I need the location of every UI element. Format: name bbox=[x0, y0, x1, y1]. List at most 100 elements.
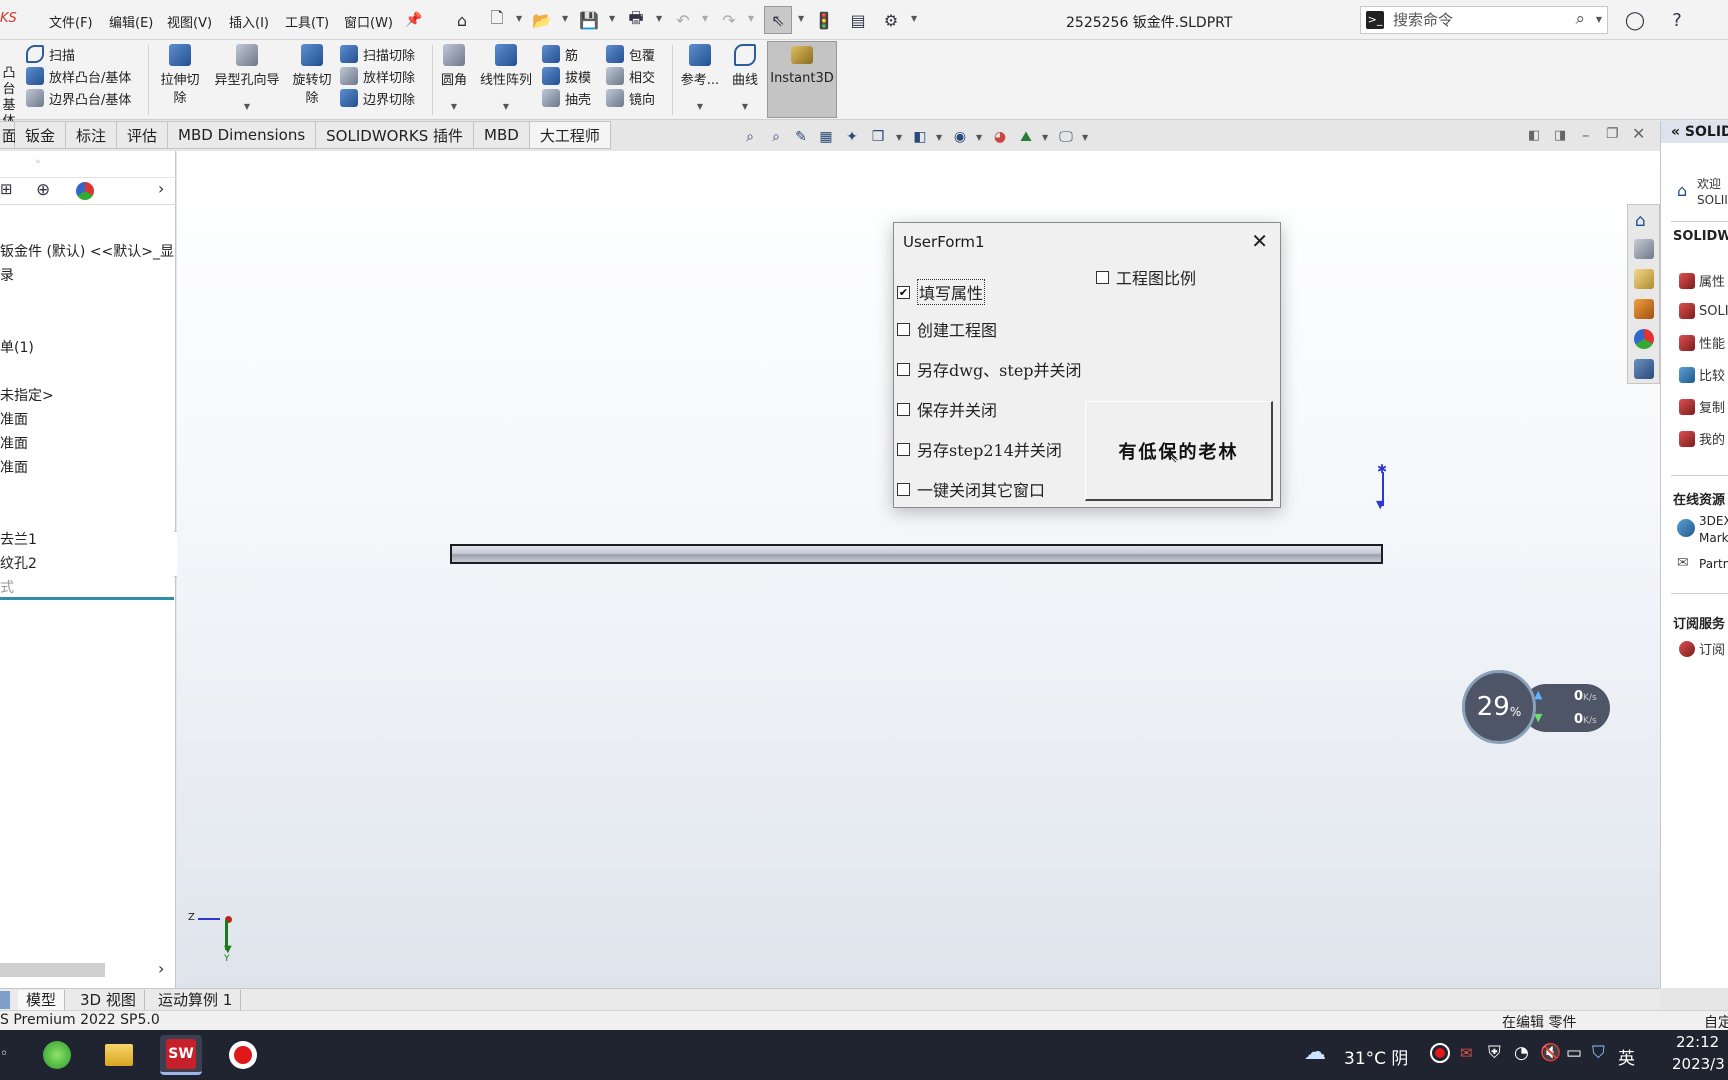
checkbox-save-dwg-step-close[interactable]: 另存dwg、step并关闭 bbox=[897, 357, 1082, 381]
tab-big-engineer[interactable]: 大工程师 bbox=[529, 121, 611, 149]
edit-appearance-icon[interactable]: ◕ bbox=[990, 127, 1010, 147]
pin-icon[interactable]: 📌 bbox=[403, 9, 425, 31]
search-icon[interactable]: ⌕ bbox=[1575, 9, 1585, 29]
hole-wizard-button[interactable]: 异型孔向导 ▼ bbox=[210, 44, 284, 116]
help-icon[interactable]: ? bbox=[1666, 9, 1688, 31]
start-button-icon[interactable]: ◦ bbox=[0, 1046, 8, 1062]
custom-properties-icon[interactable] bbox=[1634, 359, 1654, 379]
zoom-to-fit-icon[interactable]: ⌕ bbox=[740, 127, 760, 147]
tab-annotation[interactable]: 标注 bbox=[66, 121, 118, 149]
hole-wizard-dropdown-icon[interactable]: ▼ bbox=[210, 98, 284, 116]
rib-button[interactable]: 筋 bbox=[542, 43, 591, 65]
tab-solidworks-addins[interactable]: SOLIDWORKS 插件 bbox=[316, 121, 475, 149]
open-folder-icon[interactable]: 📂 bbox=[531, 9, 553, 31]
reference-geometry-button[interactable]: 参考... ▼ bbox=[678, 44, 722, 116]
undo-icon[interactable]: ↶ bbox=[672, 9, 694, 31]
new-dropdown-icon[interactable]: ▼ bbox=[516, 14, 522, 23]
network-speed-widget[interactable]: ▲ 0K/s ▼ 0K/s 29% bbox=[1462, 670, 1610, 744]
online-marketplace[interactable]: Mark bbox=[1699, 531, 1728, 545]
volume-muted-icon[interactable]: 🔇 bbox=[1540, 1043, 1561, 1063]
panel-tabs-next-icon[interactable]: › bbox=[158, 179, 164, 198]
view-settings-dropdown-icon[interactable]: ▼ bbox=[1082, 133, 1088, 142]
tab-3d-view[interactable]: 3D 视图 bbox=[72, 990, 145, 1010]
tray-app-icon[interactable]: ✉ bbox=[1460, 1044, 1473, 1062]
rp-item-subscribe[interactable]: 订阅 bbox=[1679, 639, 1725, 658]
viewport-restore-icon[interactable]: ❐ bbox=[1606, 126, 1619, 142]
taskbar-recorder-app[interactable] bbox=[222, 1035, 264, 1075]
view-settings-monitor-icon[interactable]: 🖵 bbox=[1056, 127, 1076, 147]
select-cursor-icon[interactable]: ⇖ bbox=[764, 6, 792, 34]
tile-left-icon[interactable]: ◧ bbox=[1528, 128, 1540, 143]
checkbox-drawing-scale-box[interactable] bbox=[1096, 270, 1109, 284]
rp-item-properties[interactable]: 属性 bbox=[1679, 271, 1725, 290]
select-dropdown-icon[interactable]: ▼ bbox=[798, 14, 804, 23]
checkbox-drawing-scale[interactable]: 工程图比例 bbox=[1096, 265, 1196, 289]
home-icon[interactable]: ⌂ bbox=[451, 9, 473, 31]
menu-window[interactable]: 窗口(W) bbox=[344, 12, 393, 31]
configuration-manager-target-icon[interactable]: ⊕ bbox=[36, 180, 50, 200]
tree-item-history[interactable]: 录 bbox=[0, 265, 14, 285]
task-pane-header[interactable]: « SOLID bbox=[1661, 121, 1728, 143]
checkbox-close-other-windows-box[interactable] bbox=[897, 482, 910, 496]
reference-dropdown-icon[interactable]: ▼ bbox=[678, 98, 722, 116]
security-shield-icon[interactable]: ⛨ bbox=[1488, 1043, 1501, 1063]
rp-item-my[interactable]: 我的 bbox=[1679, 429, 1725, 448]
scroll-right-icon[interactable]: › bbox=[158, 959, 164, 978]
menu-tools[interactable]: 工具(T) bbox=[285, 12, 329, 31]
new-document-icon[interactable]: 🗋 bbox=[486, 8, 508, 31]
menu-file[interactable]: 文件(F) bbox=[49, 12, 93, 31]
sheet-metal-part-model[interactable] bbox=[450, 544, 1383, 564]
ime-language[interactable]: 英 bbox=[1618, 1044, 1635, 1069]
search-input[interactable] bbox=[1393, 10, 1563, 30]
tree-item-flat-pattern[interactable]: 式 bbox=[0, 577, 14, 597]
display-style-icon[interactable]: ◧ bbox=[910, 127, 930, 147]
view-orientation-icon[interactable]: ❒ bbox=[868, 127, 888, 147]
sweep-button[interactable]: 扫描 bbox=[26, 43, 131, 65]
instant3d-button[interactable]: Instant3D bbox=[767, 41, 837, 118]
property-manager-tab-icon[interactable]: ⊞ bbox=[0, 180, 22, 202]
apply-scene-icon[interactable]: ⛰ bbox=[1016, 127, 1036, 147]
panel-collapse-handle-icon[interactable]: ◦ bbox=[35, 157, 41, 168]
wifi-icon[interactable]: ◔ bbox=[1514, 1043, 1529, 1063]
print-icon[interactable]: 🖶 bbox=[625, 8, 647, 31]
loft-button[interactable]: 放样凸台/基体 bbox=[26, 65, 131, 87]
shell-button[interactable]: 抽壳 bbox=[542, 87, 591, 109]
online-3dex[interactable]: 3DEX bbox=[1699, 514, 1728, 528]
options-gear-icon[interactable]: ⚙ bbox=[880, 9, 902, 31]
section-view-icon[interactable]: ▦ bbox=[816, 127, 836, 147]
tab-scroll-marker[interactable] bbox=[0, 991, 10, 1009]
task-pane-home-icon[interactable]: ⌂ bbox=[1635, 211, 1646, 231]
taskbar-solidworks-app[interactable]: SW bbox=[160, 1035, 202, 1075]
revolve-cut-button[interactable]: 旋转切 除 bbox=[288, 44, 336, 108]
checkbox-save-step214-close[interactable]: 另存step214并关闭 bbox=[897, 437, 1062, 461]
curves-dropdown-icon[interactable]: ▼ bbox=[728, 98, 762, 116]
tree-item-front-plane[interactable]: 准面 bbox=[0, 409, 28, 429]
linear-pattern-dropdown-icon[interactable]: ▼ bbox=[476, 98, 536, 116]
boundary-cut-button[interactable]: 边界切除 bbox=[340, 87, 415, 109]
fillet-dropdown-icon[interactable]: ▼ bbox=[438, 98, 470, 116]
file-explorer-icon[interactable] bbox=[1634, 269, 1654, 289]
curves-button[interactable]: 曲线 ▼ bbox=[728, 44, 762, 116]
design-library-icon[interactable] bbox=[1634, 239, 1654, 259]
tree-item-material[interactable]: 未指定> bbox=[0, 385, 54, 405]
view-orientation-dropdown-icon[interactable]: ▼ bbox=[896, 133, 902, 142]
menu-edit[interactable]: 编辑(E) bbox=[109, 12, 153, 31]
dialog-close-icon[interactable]: ✕ bbox=[1251, 229, 1268, 253]
boundary-boss-button[interactable]: 边界凸台/基体 bbox=[26, 87, 131, 109]
weather-text[interactable]: 31°C 阴 bbox=[1344, 1044, 1408, 1069]
tree-item-right-plane[interactable]: 准面 bbox=[0, 457, 28, 477]
record-tray-icon[interactable] bbox=[1430, 1043, 1450, 1063]
tab-mbd[interactable]: MBD bbox=[474, 121, 530, 149]
tab-motion-study[interactable]: 运动算例 1 bbox=[150, 990, 242, 1010]
viewport-minimize-icon[interactable]: – bbox=[1582, 126, 1590, 144]
view-palette-icon[interactable] bbox=[1634, 299, 1654, 319]
checkbox-fill-properties[interactable]: ✔ 填写属性 bbox=[897, 279, 986, 305]
appearances-scenes-icon[interactable] bbox=[1634, 329, 1654, 349]
checkbox-close-other-windows[interactable]: 一键关闭其它窗口 bbox=[897, 477, 1045, 501]
checkbox-fill-properties-box[interactable]: ✔ bbox=[897, 285, 910, 299]
rollback-bar[interactable] bbox=[0, 597, 174, 600]
tab-sheet-metal[interactable]: 钣金 bbox=[15, 121, 67, 149]
print-dropdown-icon[interactable]: ▼ bbox=[656, 14, 662, 23]
tab-evaluate[interactable]: 评估 bbox=[117, 121, 169, 149]
wrap-button[interactable]: 包覆 bbox=[606, 43, 655, 65]
